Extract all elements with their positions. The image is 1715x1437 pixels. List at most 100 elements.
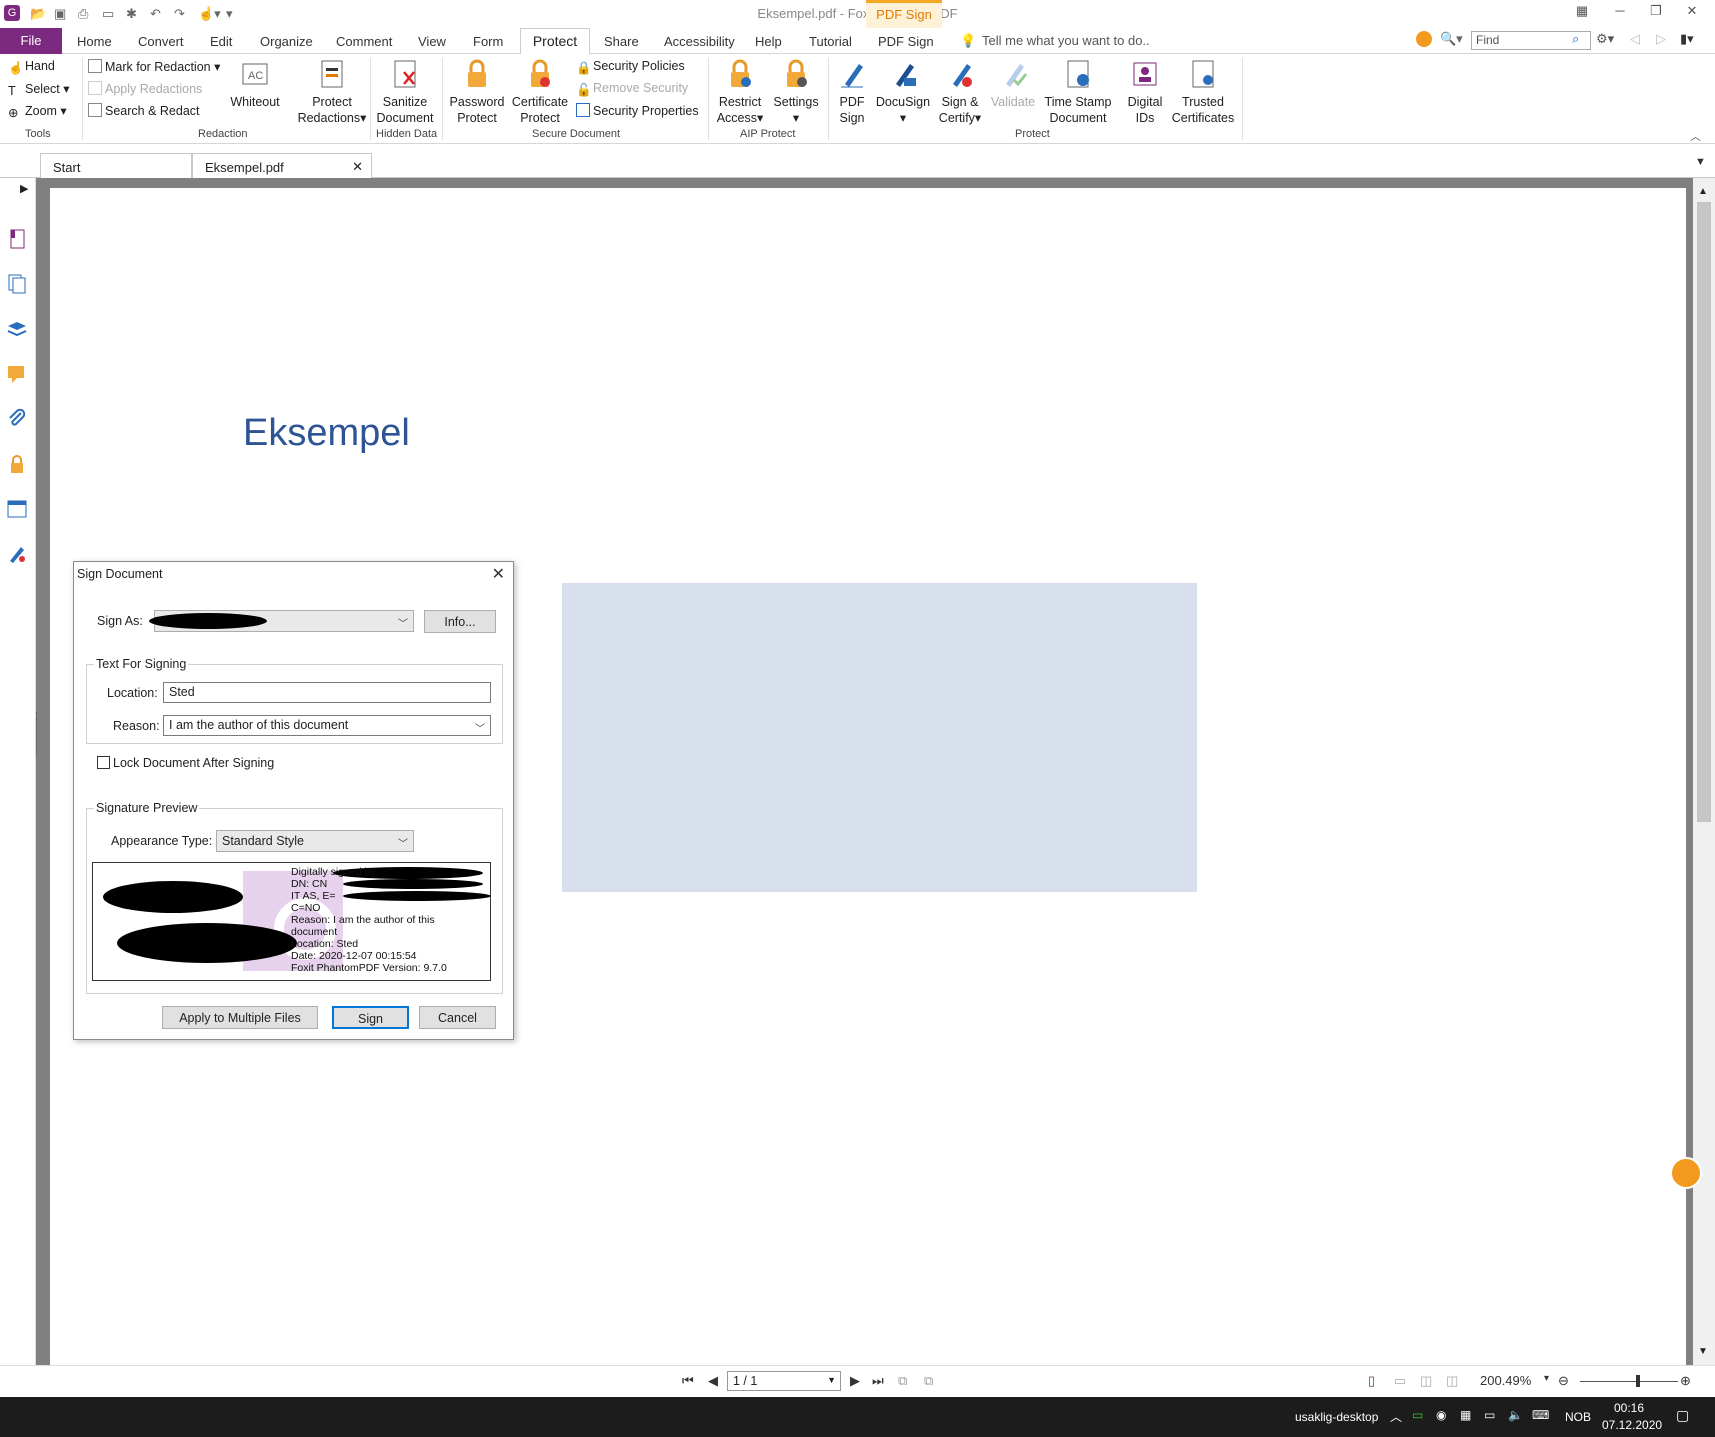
tell-me-search[interactable]: Tell me what you want to do.. [982, 33, 1150, 48]
sign-as-select[interactable]: ﹀ [149, 610, 414, 632]
trusted-certificates-button[interactable]: Trusted Certificates [1168, 58, 1238, 126]
tab-file[interactable]: File [0, 28, 62, 54]
first-page-icon[interactable]: ⏮ [682, 1373, 694, 1389]
password-protect-button[interactable]: Password Protect [448, 58, 506, 126]
show-hidden-icons-icon[interactable]: ︿ [1390, 1408, 1402, 1425]
tab-edit[interactable]: Edit [210, 34, 232, 49]
network-icon[interactable]: ▦ [1460, 1408, 1471, 1422]
save-icon[interactable]: ▣ [54, 6, 66, 22]
scroll-up-icon[interactable]: ▲ [1698, 186, 1708, 197]
tab-comment[interactable]: Comment [336, 34, 392, 49]
tab-form[interactable]: Form [473, 34, 503, 49]
select-tool[interactable]: T Select ▾ [8, 81, 70, 98]
tab-tutorial[interactable]: Tutorial [809, 34, 852, 49]
tab-home[interactable]: Home [77, 34, 112, 49]
search-icon[interactable]: ⌕ [1572, 31, 1579, 47]
next-page-icon[interactable]: ▶ [850, 1373, 860, 1389]
whiteout-button[interactable]: AC Whiteout [226, 58, 284, 110]
cancel-button[interactable]: Cancel [419, 1006, 496, 1029]
discord-icon[interactable]: ◉ [1436, 1408, 1446, 1422]
reason-select[interactable]: I am the author of this document ﹀ [163, 715, 491, 736]
undo-icon[interactable]: ↶ [150, 6, 161, 22]
open-icon[interactable]: 📂 [30, 6, 46, 22]
tab-protect[interactable]: Protect [520, 28, 590, 55]
tab-pdf-sign[interactable]: PDF Sign [878, 34, 934, 49]
language-indicator[interactable]: NOB [1565, 1410, 1591, 1424]
time-stamp-document-button[interactable]: Time Stamp Document [1042, 58, 1114, 126]
pages-icon[interactable] [6, 273, 28, 295]
docusign-button[interactable]: DocuSign ▾ [874, 58, 932, 126]
remove-security[interactable]: 🔓Remove Security [576, 81, 688, 97]
restrict-access-button[interactable]: Restrict Access▾ [712, 58, 768, 126]
collapse-ribbon-icon[interactable]: ︿ [1690, 128, 1701, 144]
security-lock-icon[interactable] [6, 453, 28, 475]
tab-view[interactable]: View [418, 34, 446, 49]
location-input[interactable]: Sted [163, 682, 491, 703]
next-view-icon[interactable]: ⧉ [924, 1373, 933, 1389]
security-policies[interactable]: 🔒Security Policies [576, 59, 685, 75]
aip-settings-button[interactable]: Settings ▾ [770, 58, 822, 126]
gear-icon[interactable]: ⚙▾ [1596, 31, 1614, 47]
sign-and-certify-button[interactable]: Sign & Certify▾ [934, 58, 986, 126]
tab-accessibility[interactable]: Accessibility [664, 34, 735, 49]
redo-icon[interactable]: ↷ [174, 6, 185, 22]
assistant-bubble-icon[interactable] [1670, 1157, 1702, 1189]
clock-date[interactable]: 07.12.2020 [1602, 1418, 1662, 1432]
security-properties[interactable]: Security Properties [576, 103, 699, 118]
zoom-slider-thumb[interactable] [1636, 1375, 1640, 1387]
camera-icon[interactable]: ▭ [1412, 1408, 1423, 1422]
bookmark-icon[interactable] [6, 228, 28, 250]
validate-button[interactable]: Validate [988, 58, 1038, 110]
search-and-redact[interactable]: Search & Redact [88, 103, 200, 118]
facing-icon[interactable]: ◫ [1420, 1373, 1432, 1389]
search-options-icon[interactable]: 🔍▾ [1440, 31, 1463, 47]
vertical-scrollbar[interactable]: ▲ ▼ [1693, 178, 1715, 1365]
digital-ids-button[interactable]: Digital IDs [1124, 58, 1166, 126]
close-button[interactable]: ✕ [1680, 3, 1704, 23]
maximize-button[interactable]: ❐ [1644, 3, 1668, 23]
continuous-facing-icon[interactable]: ◫ [1446, 1373, 1458, 1389]
notifications-icon[interactable]: ▢ [1676, 1407, 1689, 1424]
apply-redactions[interactable]: Apply Redactions [88, 81, 202, 96]
dialog-close-icon[interactable]: ✕ [492, 564, 505, 584]
appearance-type-select[interactable]: Standard Style ﹀ [216, 830, 414, 852]
tab-organize[interactable]: Organize [260, 34, 313, 49]
certificate-protect-button[interactable]: Certificate Protect [510, 58, 570, 126]
layers-icon[interactable] [6, 318, 28, 340]
scroll-down-icon[interactable]: ▼ [1698, 1346, 1708, 1357]
forward-icon[interactable]: ▷ [1656, 31, 1666, 47]
scan-icon[interactable]: ▭ [102, 6, 114, 22]
notification-icon[interactable] [1416, 31, 1432, 47]
close-tab-icon[interactable]: ✕ [352, 159, 363, 175]
keyboard-icon[interactable]: ⌨ [1532, 1408, 1549, 1422]
hand-tool-icon[interactable]: ☝▾ [198, 6, 221, 22]
print-icon[interactable]: ⎙ [78, 6, 88, 22]
comments-icon[interactable] [6, 363, 28, 385]
user-icon[interactable]: ▮▾ [1680, 31, 1694, 47]
hand-tool[interactable]: ☝Hand [8, 59, 55, 75]
tab-list-icon[interactable]: ▼ [1695, 156, 1706, 168]
form-fields-icon[interactable] [6, 498, 28, 520]
new-icon[interactable]: ✱ [126, 6, 137, 22]
zoom-slider[interactable] [1580, 1381, 1678, 1382]
zoom-tool[interactable]: ⊕ Zoom ▾ [8, 103, 67, 120]
tab-help[interactable]: Help [755, 34, 782, 49]
info-button[interactable]: Info... [424, 610, 496, 633]
page-number-input[interactable]: 1 / 1 ▼ [727, 1371, 841, 1391]
tab-convert[interactable]: Convert [138, 34, 184, 49]
attachment-icon[interactable] [6, 408, 28, 430]
sanitize-document-button[interactable]: Sanitize Document [374, 58, 436, 126]
back-icon[interactable]: ◁ [1630, 31, 1640, 47]
signature-panel-icon[interactable] [6, 543, 28, 565]
panel-resize-handle[interactable] [36, 712, 39, 756]
expand-panel-icon[interactable]: ▶ [20, 182, 28, 195]
minimize-button[interactable]: ─ [1608, 3, 1632, 23]
clock-time[interactable]: 00:16 [1614, 1401, 1644, 1415]
zoom-level[interactable]: 200.49% [1480, 1373, 1531, 1388]
last-page-icon[interactable]: ⏭ [872, 1373, 884, 1389]
zoom-out-icon[interactable]: ⊖ [1558, 1373, 1569, 1389]
apply-to-multiple-files-button[interactable]: Apply to Multiple Files [162, 1006, 318, 1029]
scroll-thumb[interactable] [1697, 202, 1711, 822]
zoom-in-icon[interactable]: ⊕ [1680, 1373, 1691, 1389]
mark-for-redaction[interactable]: Mark for Redaction ▾ [88, 59, 220, 74]
